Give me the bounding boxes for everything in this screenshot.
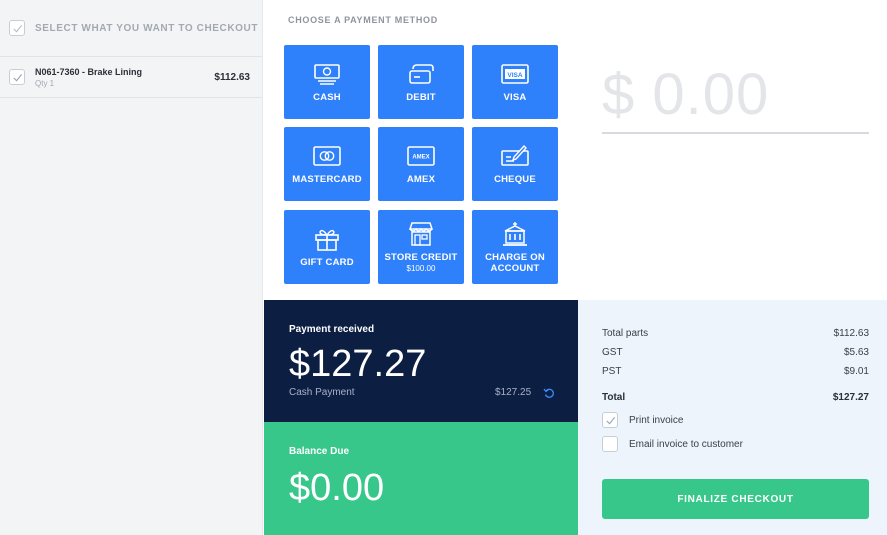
pay-mastercard-label: MASTERCARD — [292, 174, 362, 185]
cash-icon — [312, 61, 342, 87]
svg-text:AMEX: AMEX — [412, 155, 429, 161]
payment-received-panel: Payment received $127.27 Cash Payment $1… — [264, 300, 578, 422]
summary-total-label: Total — [602, 392, 626, 403]
pay-visa-button[interactable]: VISA VISA — [472, 45, 558, 119]
store-icon — [406, 221, 436, 247]
check-icon — [12, 24, 22, 33]
pay-cheque-label: CHEQUE — [494, 174, 536, 185]
undo-payment-icon[interactable] — [543, 387, 555, 399]
pay-debit-label: DEBIT — [406, 92, 436, 103]
pay-amex-label: AMEX — [406, 174, 436, 185]
pay-cash-label: CASH — [313, 92, 341, 103]
payment-received-amount: $127.27 — [289, 343, 427, 385]
email-invoice-checkbox[interactable] — [602, 436, 618, 452]
select-all-checkbox[interactable] — [9, 20, 25, 36]
gift-icon — [312, 226, 342, 252]
pay-gift-card-label: GIFT CARD — [300, 257, 354, 268]
amex-icon: AMEX — [406, 143, 436, 169]
check-icon — [605, 416, 615, 425]
payment-method-amount: $127.25 — [495, 387, 532, 398]
pay-cheque-button[interactable]: CHEQUE — [472, 127, 558, 201]
building-icon — [500, 221, 530, 247]
pay-debit-button[interactable]: DEBIT — [378, 45, 464, 119]
mastercard-icon — [312, 143, 342, 169]
item-qty: Qty 1 — [35, 78, 55, 88]
cheque-icon — [500, 143, 530, 169]
payment-method-name: Cash Payment — [289, 387, 355, 398]
summary-row-total-parts: Total parts $112.63 — [602, 328, 869, 339]
balance-due-panel: Balance Due $0.00 — [264, 422, 578, 535]
debit-card-icon — [406, 61, 436, 87]
item-price: $112.63 — [214, 71, 250, 83]
summary-label: GST — [602, 347, 623, 358]
store-credit-balance: $100.00 — [406, 263, 436, 273]
summary-row-total: Total $127.27 — [602, 392, 869, 403]
summary-total-value: $127.27 — [832, 392, 869, 403]
finalize-checkout-button[interactable]: FINALIZE CHECKOUT — [602, 479, 869, 519]
select-all-row[interactable]: SELECT WHAT YOU WANT TO CHECKOUT — [0, 0, 262, 57]
pay-charge-on-account-label: CHARGE ON ACCOUNT — [485, 251, 545, 274]
email-invoice-option[interactable]: Email invoice to customer — [602, 436, 743, 452]
print-invoice-checkbox[interactable] — [602, 412, 618, 428]
check-icon — [12, 73, 22, 82]
svg-text:VISA: VISA — [507, 72, 522, 79]
amount-underline — [602, 132, 869, 134]
print-invoice-option[interactable]: Print invoice — [602, 412, 683, 428]
summary-value: $9.01 — [843, 366, 869, 377]
pay-amex-button[interactable]: AMEX AMEX — [378, 127, 464, 201]
print-invoice-label: Print invoice — [629, 414, 684, 426]
checkout-items-panel: SELECT WHAT YOU WANT TO CHECKOUT N061-73… — [0, 0, 263, 535]
item-info: N061-7360 - Brake Lining Qty 1 — [35, 66, 214, 89]
payment-method-heading: CHOOSE A PAYMENT METHOD — [288, 15, 438, 25]
item-checkbox[interactable] — [9, 69, 25, 85]
payment-received-heading: Payment received — [289, 324, 375, 335]
pay-store-credit-label: STORE CREDIT — [384, 251, 458, 263]
balance-due-amount: $0.00 — [289, 467, 385, 509]
pay-mastercard-button[interactable]: MASTERCARD — [284, 127, 370, 201]
summary-row-gst: GST $5.63 — [602, 347, 869, 358]
pay-gift-card-button[interactable]: GIFT CARD — [284, 210, 370, 284]
order-summary-panel: Total parts $112.63 GST $5.63 PST $9.01 … — [578, 300, 887, 535]
summary-row-pst: PST $9.01 — [602, 366, 869, 377]
pay-cash-button[interactable]: CASH — [284, 45, 370, 119]
balance-due-heading: Balance Due — [289, 446, 350, 457]
list-item[interactable]: N061-7360 - Brake Lining Qty 1 $112.63 — [0, 57, 262, 98]
item-name: N061-7360 - Brake Lining — [35, 66, 143, 77]
summary-label: PST — [602, 366, 622, 377]
email-invoice-label: Email invoice to customer — [629, 438, 743, 450]
summary-value: $5.63 — [843, 347, 869, 358]
pay-visa-label: VISA — [503, 92, 527, 103]
visa-icon: VISA — [500, 61, 530, 87]
pay-store-credit-button[interactable]: STORE CREDIT $100.00 — [378, 210, 464, 284]
summary-label: Total parts — [602, 328, 649, 339]
amount-tendered-display[interactable]: $ 0.00 — [602, 60, 769, 130]
summary-value: $112.63 — [833, 328, 869, 339]
pay-charge-on-account-button[interactable]: CHARGE ON ACCOUNT — [472, 210, 558, 284]
select-items-heading: SELECT WHAT YOU WANT TO CHECKOUT — [35, 22, 259, 34]
